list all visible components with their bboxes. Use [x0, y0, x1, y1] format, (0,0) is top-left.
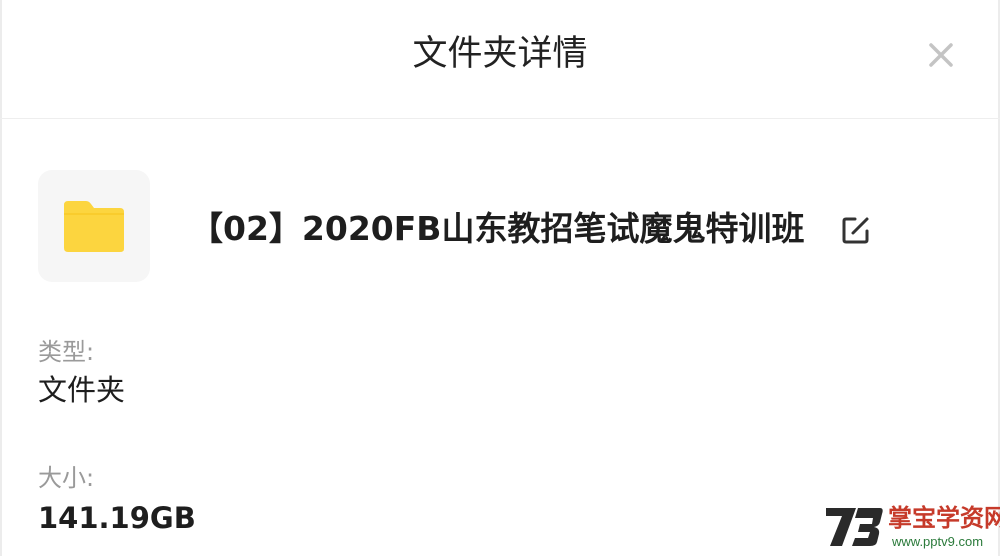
- watermark-logo: [822, 500, 886, 554]
- close-button[interactable]: [920, 34, 962, 76]
- size-value: 141.19GB: [38, 501, 196, 535]
- folder-name: 【02】2020FB山东教招笔试魔鬼特训班: [190, 209, 805, 248]
- site-watermark: 掌宝学资网 www.pptv9.com: [822, 500, 1000, 554]
- folder-thumbnail: [38, 170, 150, 282]
- edit-icon: [842, 217, 869, 244]
- folder-icon: [64, 201, 124, 252]
- watermark-text: 掌宝学资网: [888, 503, 1000, 532]
- folder-details-dialog: 文件夹详情 【02】2020FB山东教招笔试魔鬼特训班 类型: 文件夹 大小: …: [0, 0, 1000, 556]
- dialog-header: 文件夹详情: [0, 0, 1000, 119]
- rename-button[interactable]: [838, 212, 874, 248]
- type-label: 类型:: [38, 338, 95, 366]
- size-label: 大小:: [38, 464, 95, 492]
- type-value: 文件夹: [38, 373, 126, 407]
- watermark-url: www.pptv9.com: [892, 534, 984, 549]
- dialog-title: 文件夹详情: [412, 34, 588, 74]
- close-icon: [929, 43, 953, 67]
- watermark-logo-icon: [826, 508, 883, 546]
